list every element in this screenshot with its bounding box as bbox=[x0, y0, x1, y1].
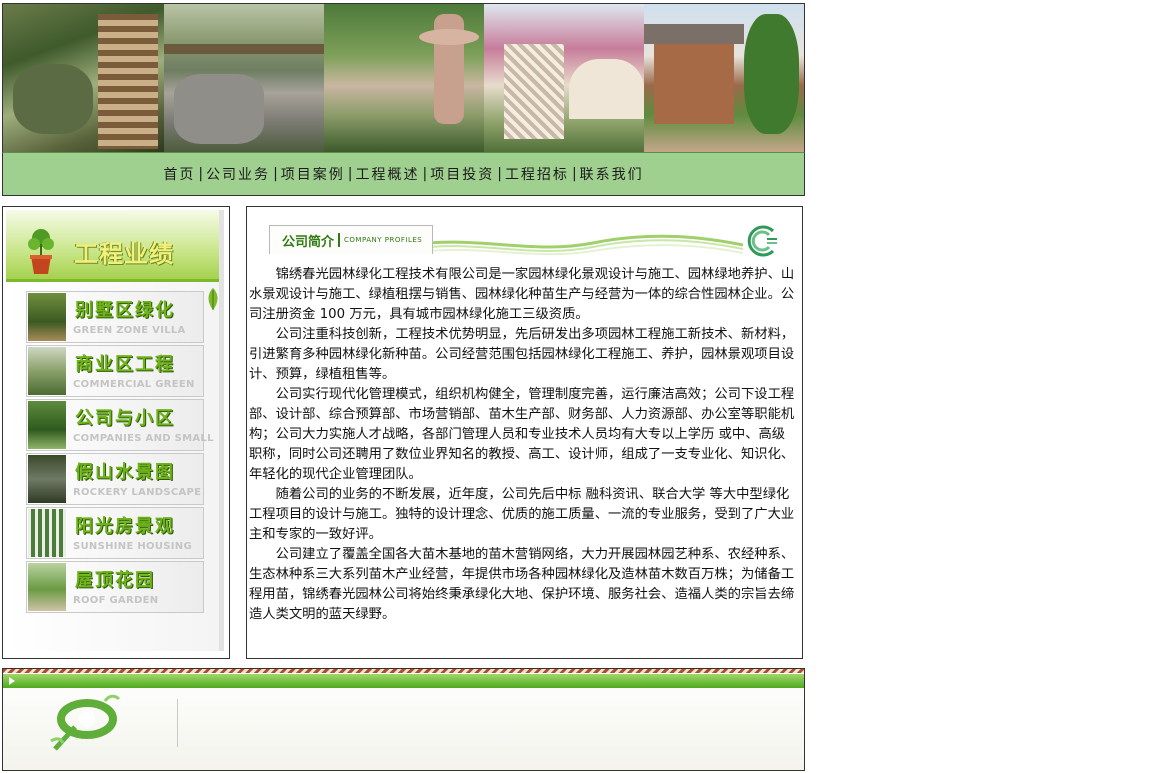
leaf-decoration-icon bbox=[208, 288, 218, 310]
sidebar-inner: 工程业绩 别墅区绿化 GREEN ZONE VILLA 商业区工程 COMMER… bbox=[6, 210, 224, 651]
nav-engineering-bidding[interactable]: 工程招标 bbox=[505, 164, 569, 184]
page-footer bbox=[2, 668, 805, 771]
potted-plant-icon bbox=[28, 229, 54, 274]
nav-separator: | bbox=[198, 166, 204, 182]
category-thumbnail bbox=[28, 347, 66, 395]
profile-tab-divider bbox=[338, 233, 341, 247]
banner-photo-garden-pond bbox=[3, 4, 164, 152]
profile-paragraph: 公司实行现代化管理模式，组织机构健全，管理制度完善，运行廉洁高效；公司下设工程部… bbox=[249, 387, 795, 482]
category-label: 屋顶花园 bbox=[75, 570, 155, 591]
main-nav: 首页 | 公司业务 | 项目案例 | 工程概述 | 项目投资 | 工程招标 | … bbox=[2, 152, 805, 196]
footer-divider bbox=[177, 699, 178, 747]
nav-home[interactable]: 首页 bbox=[163, 164, 195, 184]
category-thumbnail bbox=[28, 455, 66, 503]
banner-photo-trellis bbox=[484, 4, 644, 152]
nav-separator: | bbox=[497, 166, 502, 182]
nav-engineering-overview[interactable]: 工程概述 bbox=[356, 164, 420, 184]
footer-stripe bbox=[3, 669, 804, 673]
nav-separator: | bbox=[347, 166, 353, 182]
category-thumbnail bbox=[28, 509, 66, 557]
category-companies-and-small[interactable]: 公司与小区 COMPANIES AND SMALL bbox=[26, 399, 213, 451]
category-green-zone-villa[interactable]: 别墅区绿化 GREEN ZONE VILLA bbox=[26, 291, 204, 343]
profile-tab-title: 公司简介 bbox=[282, 234, 335, 250]
category-sunshine-housing[interactable]: 阳光房景观 SUNSHINE HOUSING bbox=[26, 507, 204, 559]
header-banner bbox=[2, 3, 805, 153]
nav-project-cases[interactable]: 项目案例 bbox=[281, 164, 345, 184]
nav-contact-us[interactable]: 联系我们 bbox=[580, 164, 644, 184]
footer-logo-icon bbox=[50, 694, 121, 751]
profile-tab: 公司简介 COMPANY PROFILES bbox=[269, 225, 433, 254]
play-arrow-icon bbox=[9, 677, 15, 685]
banner-photo-rock-bridge bbox=[164, 4, 324, 152]
category-label: 阳光房景观 bbox=[75, 516, 175, 537]
nav-project-investment[interactable]: 项目投资 bbox=[430, 164, 494, 184]
nav-separator: | bbox=[273, 166, 278, 182]
category-label: 公司与小区 bbox=[75, 408, 175, 429]
nav-company-business[interactable]: 公司业务 bbox=[206, 164, 270, 184]
banner-photo-fountain bbox=[324, 4, 484, 152]
project-performance-panel: 工程业绩 别墅区绿化 GREEN ZONE VILLA 商业区工程 COMMER… bbox=[2, 206, 230, 659]
category-label: 商业区工程 bbox=[75, 354, 175, 375]
profile-paragraph: 锦绣春光园林绿化工程技术有限公司是一家园林绿化景观设计与施工、园林绿地养护、山水… bbox=[249, 267, 795, 322]
footer-bar bbox=[3, 674, 804, 688]
category-label-en: ROCKERY LANDSCAPE bbox=[73, 487, 202, 498]
profile-paragraph: 随着公司的业务的不断发展，近年度，公司先后中标 融科资讯、联合大学 等大中型绿化… bbox=[249, 487, 795, 542]
category-commercial-green[interactable]: 商业区工程 COMMERCIAL GREEN bbox=[26, 345, 204, 397]
banner-photo-villa bbox=[644, 4, 804, 152]
company-logo-icon bbox=[747, 225, 777, 257]
category-label-en: SUNSHINE HOUSING bbox=[73, 541, 192, 552]
category-roof-garden[interactable]: 屋顶花园 ROOF GARDEN bbox=[26, 561, 204, 613]
category-thumbnail bbox=[28, 293, 66, 341]
category-label: 假山水景图 bbox=[75, 462, 175, 483]
nav-separator: | bbox=[422, 166, 428, 182]
profile-paragraph: 公司建立了覆盖全国各大苗木基地的苗木营销网络，大力开展园林园艺种系、农经种系、生… bbox=[249, 547, 795, 622]
company-profile-panel: 公司简介 COMPANY PROFILES 锦绣春光园林绿化工程技术有限公司是一… bbox=[246, 206, 803, 659]
category-thumbnail bbox=[28, 563, 66, 611]
category-label-en: COMPANIES AND SMALL bbox=[73, 433, 214, 444]
nav-separator: | bbox=[571, 166, 577, 182]
category-thumbnail bbox=[28, 401, 66, 449]
category-rockery-landscape[interactable]: 假山水景图 ROCKERY LANDSCAPE bbox=[26, 453, 204, 505]
profile-header: 公司简介 COMPANY PROFILES bbox=[263, 221, 783, 261]
profile-paragraph: 公司注重科技创新，工程技术优势明显，先后研发出多项园林工程施工新技术、新材料，引… bbox=[249, 327, 795, 382]
category-label-en: ROOF GARDEN bbox=[73, 595, 159, 606]
category-label-en: GREEN ZONE VILLA bbox=[73, 325, 186, 336]
sidebar-title: 工程业绩 bbox=[74, 240, 174, 268]
sidebar-header: 工程业绩 bbox=[6, 210, 219, 282]
profile-tab-subtitle: COMPANY PROFILES bbox=[344, 236, 423, 244]
profile-body: 锦绣春光园林绿化工程技术有限公司是一家园林绿化景观设计与施工、园林绿地养护、山水… bbox=[249, 265, 797, 625]
category-label: 别墅区绿化 bbox=[75, 300, 175, 321]
category-label-en: COMMERCIAL GREEN bbox=[73, 379, 195, 390]
green-wave-decoration bbox=[413, 234, 743, 256]
